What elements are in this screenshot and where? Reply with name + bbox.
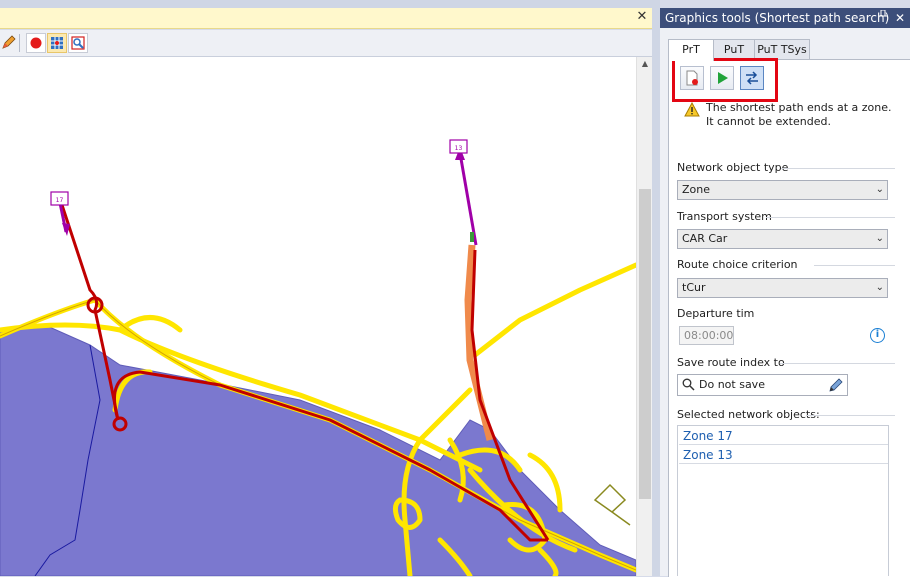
save-route-value: Do not save (699, 378, 765, 391)
node-structure (593, 483, 631, 526)
highlight-frame (672, 58, 778, 102)
list-item-zone-13[interactable]: Zone 13 (679, 446, 888, 464)
section-divider (806, 415, 895, 416)
transport-system-select[interactable]: CAR Car ⌄ (677, 229, 888, 249)
scroll-up-arrow-icon[interactable]: ▲ (637, 59, 653, 73)
map-canvas[interactable]: 17 13 (0, 57, 636, 576)
map-toolbar (0, 30, 652, 57)
info-icon[interactable]: i (870, 328, 885, 343)
transport-system-label: Transport system (677, 210, 772, 223)
connector-13 (458, 152, 478, 246)
network-object-type-select[interactable]: Zone ⌄ (677, 180, 888, 200)
panel-header: Graphics tools (Shortest path search) ✕ (660, 8, 910, 28)
tab-prt[interactable]: PrT (668, 39, 714, 61)
pin-icon[interactable] (877, 8, 889, 28)
selected-objects-list: Zone 17 Zone 13 (677, 425, 889, 576)
zoom-window-icon[interactable] (68, 33, 88, 53)
selected-objects-label: Selected network objects: (677, 408, 820, 421)
scroll-thumb[interactable] (639, 189, 651, 499)
route-choice-value: tCur (682, 281, 706, 294)
departure-time-input[interactable]: 08:00:00 (679, 326, 734, 345)
panel-splitter[interactable] (652, 0, 660, 576)
chevron-down-icon: ⌄ (875, 184, 884, 195)
search-icon (682, 378, 695, 394)
chevron-down-icon: ⌄ (875, 282, 884, 293)
section-divider (766, 217, 895, 218)
chevron-down-icon: ⌄ (875, 233, 884, 244)
tab-put-tsys[interactable]: PuT TSys (754, 39, 810, 60)
network-object-type-label: Network object type (677, 161, 789, 174)
panel-title: Graphics tools (Shortest path search) (665, 11, 890, 25)
map-vertical-scrollbar[interactable]: ▲ (636, 57, 653, 576)
list-item-zone-17[interactable]: Zone 17 (679, 427, 888, 445)
edit-pencil-icon[interactable] (828, 377, 844, 396)
network-map[interactable]: 17 13 (0, 57, 636, 576)
highlight-link (464, 244, 494, 441)
tab-put[interactable]: PuT (713, 39, 755, 60)
document-tab-bar: ✕ (0, 8, 652, 29)
start-marker (470, 232, 474, 242)
window-frame-strip (0, 0, 652, 8)
departure-time-label: Departure tim (677, 307, 755, 320)
section-divider (814, 265, 895, 266)
route-choice-select[interactable]: tCur ⌄ (677, 278, 888, 298)
warning-message: The shortest path ends at a zone. It can… (706, 101, 892, 128)
zone-polygon (0, 324, 636, 576)
transport-system-value: CAR Car (682, 232, 728, 245)
record-icon[interactable] (26, 33, 46, 53)
save-route-field[interactable]: Do not save (677, 374, 848, 396)
route-choice-label: Route choice criterion (677, 258, 798, 271)
zone-marker-17-label: 17 (56, 197, 64, 204)
toolbar-separator (19, 34, 20, 52)
pencil-icon[interactable] (0, 33, 18, 51)
warning-icon (684, 101, 700, 120)
close-map-window-button[interactable]: ✕ (634, 9, 650, 25)
section-divider (780, 363, 895, 364)
close-panel-button[interactable]: ✕ (894, 8, 906, 28)
grid-zoom-icon[interactable] (47, 33, 67, 53)
zone-marker-13-label: 13 (455, 145, 463, 152)
section-divider (781, 168, 895, 169)
network-object-type-value: Zone (682, 183, 711, 196)
save-route-label: Save route index to (677, 356, 785, 369)
